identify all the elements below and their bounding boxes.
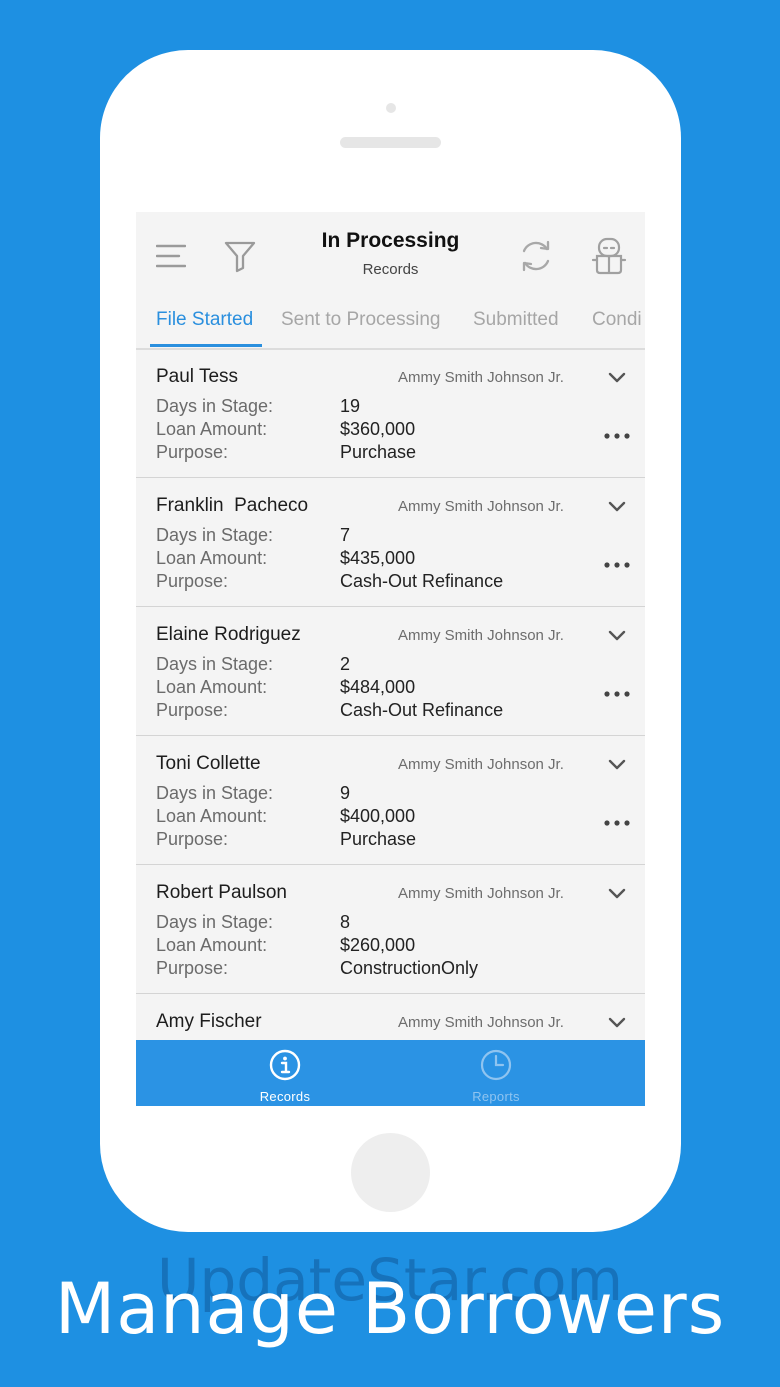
borrower-name: Amy Fischer <box>156 1011 262 1032</box>
days-label: Days in Stage: <box>156 654 274 674</box>
loan-label: Loan Amount: <box>156 806 268 826</box>
purpose-value: ConstructionOnly <box>340 958 479 978</box>
days-value: 9 <box>340 783 351 803</box>
tab-conditions[interactable]: Condi <box>592 309 642 331</box>
app-screen: In Processing Records File Started Sent … <box>136 212 645 1106</box>
loan-label: Loan Amount: <box>156 419 268 439</box>
borrower-name: Franklin Pacheco <box>156 495 309 516</box>
tab-records[interactable]: Records <box>215 1040 355 1106</box>
home-button[interactable] <box>351 1133 430 1212</box>
days-label: Days in Stage: <box>156 912 274 932</box>
record-row[interactable]: Robert Paulson Ammy Smith Johnson Jr. Da… <box>136 865 645 994</box>
promo-caption: Manage Borrowers <box>54 1268 726 1350</box>
chevron-down-icon[interactable] <box>606 1012 628 1034</box>
loan-value: $400,000 <box>340 806 416 826</box>
days-label: Days in Stage: <box>156 783 274 803</box>
bottom-tab-bar: Records Reports <box>136 1040 645 1106</box>
app-header: In Processing Records <box>136 212 645 300</box>
borrower-name: Paul Tess <box>156 366 239 387</box>
days-label: Days in Stage: <box>156 396 274 416</box>
tab-file-started[interactable]: File Started <box>156 309 253 331</box>
more-options-icon[interactable] <box>602 429 632 443</box>
clock-icon <box>480 1049 512 1081</box>
purpose-value: Purchase <box>340 829 417 849</box>
loan-officer: Ammy Smith Johnson Jr. <box>398 498 564 515</box>
loan-label: Loan Amount: <box>156 935 268 955</box>
chevron-down-icon[interactable] <box>606 367 628 389</box>
more-options-icon[interactable] <box>602 816 632 830</box>
tab-reports[interactable]: Reports <box>426 1040 566 1106</box>
loan-label: Loan Amount: <box>156 677 268 697</box>
refresh-icon[interactable] <box>519 238 553 274</box>
chevron-down-icon[interactable] <box>606 754 628 776</box>
page-title: In Processing <box>321 229 460 252</box>
more-options-icon[interactable] <box>602 558 632 572</box>
loan-label: Loan Amount: <box>156 548 268 568</box>
days-value: 7 <box>340 525 351 545</box>
more-options-icon[interactable] <box>602 687 632 701</box>
borrower-name: Toni Collette <box>156 753 261 774</box>
chevron-down-icon[interactable] <box>606 883 628 905</box>
info-icon <box>269 1049 301 1081</box>
loan-officer: Ammy Smith Johnson Jr. <box>398 627 564 644</box>
earpiece-speaker <box>340 137 441 148</box>
days-value: 8 <box>340 912 351 932</box>
record-row[interactable]: Paul Tess Ammy Smith Johnson Jr. Days in… <box>136 349 645 478</box>
purpose-label: Purpose: <box>156 442 229 462</box>
loan-officer: Ammy Smith Johnson Jr. <box>398 369 564 386</box>
borrower-name: Elaine Rodriguez <box>156 624 301 645</box>
loan-officer: Ammy Smith Johnson Jr. <box>398 885 564 902</box>
front-camera <box>386 103 396 113</box>
record-row[interactable]: Toni Collette Ammy Smith Johnson Jr. Day… <box>136 736 645 865</box>
days-label: Days in Stage: <box>156 525 274 545</box>
loan-officer: Ammy Smith Johnson Jr. <box>398 756 564 773</box>
chevron-down-icon[interactable] <box>606 625 628 647</box>
purpose-label: Purpose: <box>156 958 229 978</box>
stage-tabs: File Started Sent to Processing Submitte… <box>136 300 645 350</box>
tab-records-label: Records <box>259 1089 311 1104</box>
purpose-value: Cash-Out Refinance <box>340 700 504 720</box>
loan-value: $484,000 <box>340 677 416 697</box>
days-value: 2 <box>340 654 351 674</box>
loan-value: $360,000 <box>340 419 416 439</box>
purpose-label: Purpose: <box>156 700 229 720</box>
chevron-down-icon[interactable] <box>606 496 628 518</box>
purpose-value: Cash-Out Refinance <box>340 571 504 591</box>
days-value: 19 <box>340 396 361 416</box>
purpose-label: Purpose: <box>156 571 229 591</box>
loan-value: $260,000 <box>340 935 416 955</box>
loan-value: $435,000 <box>340 548 416 568</box>
record-row[interactable]: Elaine Rodriguez Ammy Smith Johnson Jr. … <box>136 607 645 736</box>
purpose-label: Purpose: <box>156 829 229 849</box>
page-subtitle: Records <box>362 261 419 278</box>
tab-sent-to-processing[interactable]: Sent to Processing <box>281 309 440 331</box>
borrower-name: Robert Paulson <box>156 882 287 903</box>
record-row[interactable]: Franklin Pacheco Ammy Smith Johnson Jr. … <box>136 478 645 607</box>
purpose-value: Purchase <box>340 442 417 462</box>
loan-officer: Ammy Smith Johnson Jr. <box>398 1014 564 1031</box>
active-tab-indicator <box>150 344 262 347</box>
tab-submitted[interactable]: Submitted <box>473 309 559 331</box>
robot-icon[interactable] <box>591 236 627 276</box>
records-list: Paul Tess Ammy Smith Johnson Jr. Days in… <box>136 349 645 1106</box>
tab-reports-label: Reports <box>472 1089 520 1104</box>
